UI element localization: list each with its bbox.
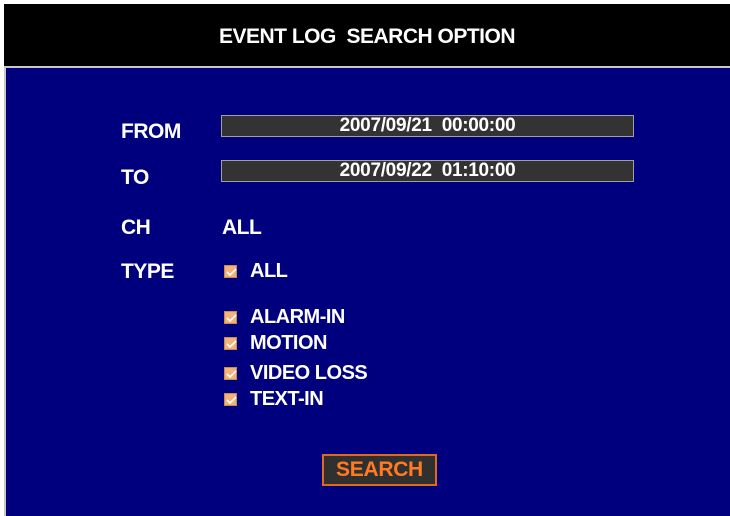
checkmark-icon[interactable] (224, 366, 237, 380)
checkmark-icon[interactable] (224, 392, 237, 406)
type-option-label: ALARM-IN (250, 305, 345, 328)
checkmark-icon[interactable] (224, 336, 237, 350)
type-option-label: TEXT-IN (250, 387, 324, 410)
event-log-search-window: EVENT LOG SEARCH OPTION FROM 2007/09/21 … (0, 0, 730, 516)
type-option-alarm-in[interactable]: ALARM-IN (224, 306, 345, 328)
checkmark-icon[interactable] (224, 310, 237, 324)
from-label: FROM (121, 120, 181, 143)
type-option-label: MOTION (250, 331, 328, 354)
checkmark-icon[interactable] (224, 264, 237, 278)
type-label: TYPE (121, 260, 174, 283)
type-option-label: ALL (250, 259, 288, 282)
window-title: EVENT LOG SEARCH OPTION (218, 25, 516, 48)
channel-label: CH (121, 216, 151, 239)
title-bar: EVENT LOG SEARCH OPTION (4, 4, 730, 68)
type-option-all[interactable]: ALL (224, 259, 288, 282)
channel-value-select[interactable]: ALL (222, 216, 262, 240)
type-option-label: VIDEO LOSS (250, 361, 368, 384)
type-option-motion[interactable]: MOTION (224, 331, 328, 354)
to-label: TO (121, 166, 149, 189)
to-datetime-field[interactable]: 2007/09/22 01:10:00 (221, 160, 634, 182)
type-option-text-in[interactable]: TEXT-IN (224, 387, 324, 410)
type-option-video-loss[interactable]: VIDEO LOSS (224, 361, 368, 384)
from-datetime-field[interactable]: 2007/09/21 00:00:00 (221, 115, 634, 137)
search-button[interactable]: SEARCH (322, 454, 437, 486)
search-options-panel: FROM 2007/09/21 00:00:00 TO 2007/09/22 0… (4, 68, 730, 516)
